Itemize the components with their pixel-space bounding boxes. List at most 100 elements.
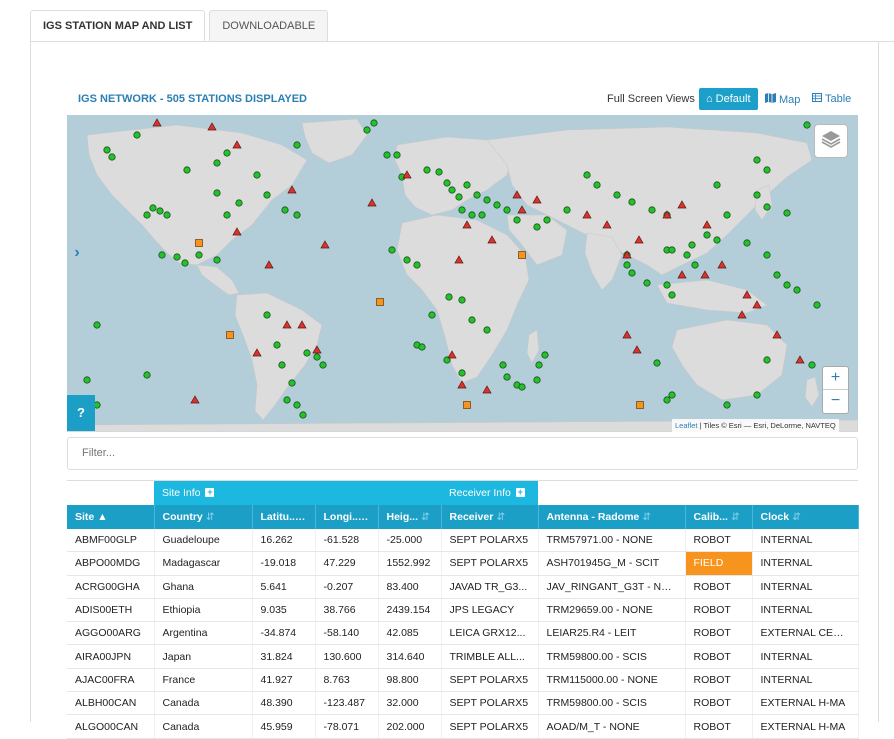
leaflet-link[interactable]: Leaflet: [675, 421, 698, 430]
latitude-cell: 48.390: [252, 691, 316, 716]
col-header-antenna[interactable]: Antenna - Radome ⇵: [538, 504, 686, 529]
station-marker: [288, 379, 296, 387]
station-marker: [403, 256, 411, 264]
col-header-site[interactable]: Site ▲: [67, 504, 155, 529]
filter-input[interactable]: [67, 437, 858, 470]
table-row[interactable]: ALBH00CAN Canada 48.390 -123.487 32.000 SEPT …: [67, 691, 859, 716]
longitude-cell: -0.207: [315, 575, 379, 599]
station-marker: [445, 293, 453, 301]
group-spacer: [67, 480, 154, 505]
height-cell: -25.000: [378, 528, 442, 553]
site-cell: ADIS00ETH: [67, 598, 155, 623]
station-marker: [448, 186, 456, 194]
table-row[interactable]: ACRG00GHA Ghana 5.641 -0.207 83.400 JAVAD TR_…: [67, 575, 859, 599]
col-header-calibration[interactable]: Calib... ⇵: [685, 504, 753, 529]
clock-cell: EXTERNAL CESIU: [752, 621, 859, 646]
world-map-svg: [67, 115, 858, 432]
station-marker: [668, 391, 676, 399]
home-icon: ⌂: [706, 93, 713, 105]
receiver-cell: SEPT POLARX5: [441, 714, 539, 739]
col-header-label: Longi...: [323, 510, 361, 523]
zoom-out-button[interactable]: −: [823, 390, 848, 413]
latitude-cell: 31.824: [252, 644, 316, 669]
receiver-cell: SEPT POLARX5: [441, 691, 539, 716]
station-marker: [149, 204, 157, 212]
col-header-height[interactable]: Heig... ⇵: [378, 504, 442, 529]
map-attribution: Leaflet | Tiles © Esri — Esri, DeLorme, …: [672, 419, 839, 432]
site-info-label: Site Info: [162, 486, 201, 499]
sidebar-expand-chevron-icon[interactable]: ›: [68, 240, 86, 266]
table-view-button[interactable]: Table: [812, 93, 851, 105]
receiver-cell: JPS LEGACY: [441, 598, 539, 623]
col-header-receiver[interactable]: Receiver ⇵: [441, 504, 539, 529]
station-marker: [468, 316, 476, 324]
tab-divider: [30, 41, 894, 42]
antenna-cell: TRM59800.00 - SCIS: [538, 691, 686, 716]
station-marker: [593, 181, 601, 189]
longitude-cell: 38.766: [315, 598, 379, 623]
station-marker: [483, 196, 491, 204]
station-marker: [688, 241, 696, 249]
station-marker: [418, 343, 426, 351]
station-marker: [763, 251, 771, 259]
col-header-longitude[interactable]: Longi... ⇵: [315, 504, 379, 529]
calibration-cell: ROBOT: [685, 575, 753, 599]
station-marker: [293, 401, 301, 409]
map-view-button[interactable]: Map: [765, 93, 800, 106]
table-row[interactable]: AGGO00ARG Argentina -34.874 -58.140 42.085 LE…: [67, 621, 859, 646]
longitude-cell: 130.600: [315, 644, 379, 669]
latitude-cell: 45.959: [252, 714, 316, 739]
tab-station-map-and-list[interactable]: IGS STATION MAP AND LIST: [30, 10, 206, 42]
fullscreen-views-label: Full Screen Views :: [607, 93, 701, 105]
receiver-info-group[interactable]: Receiver Info +: [441, 480, 539, 505]
station-marker: [103, 146, 111, 154]
antenna-cell: TRM115000.00 - NONE: [538, 668, 686, 693]
table-row[interactable]: ADIS00ETH Ethiopia 9.035 38.766 2439.154 JPS …: [67, 598, 859, 623]
station-marker: [783, 281, 791, 289]
latitude-cell: 41.927: [252, 668, 316, 693]
station-marker: [235, 199, 243, 207]
station-marker: [303, 349, 311, 357]
table-row[interactable]: ABMF00GLP Guadeloupe 16.262 -61.528 -25.000 S…: [67, 528, 859, 553]
station-marker: [143, 211, 151, 219]
panel-border-left: [30, 41, 31, 722]
table-row[interactable]: AJAC00FRA France 41.927 8.763 98.800 SEPT POL…: [67, 668, 859, 693]
zoom-in-button[interactable]: +: [823, 367, 848, 390]
station-map[interactable]: [67, 115, 858, 432]
antenna-cell: TRM59800.00 - SCIS: [538, 644, 686, 669]
station-marker: [628, 269, 636, 277]
table-row[interactable]: AIRA00JPN Japan 31.824 130.600 314.640 TRIMBL…: [67, 644, 859, 669]
station-marker: [783, 209, 791, 217]
receiver-cell: JAVAD TR_G3...: [441, 575, 539, 599]
calibration-cell: ROBOT: [685, 528, 753, 553]
site-info-group[interactable]: Site Info +: [154, 480, 442, 505]
station-marker: [293, 211, 301, 219]
clock-cell: INTERNAL: [752, 668, 859, 693]
latitude-cell: 16.262: [252, 528, 316, 553]
station-marker: [541, 351, 549, 359]
station-marker: [370, 119, 378, 127]
layers-button[interactable]: [814, 124, 848, 158]
station-marker: [253, 171, 261, 179]
station-marker: [143, 371, 151, 379]
tab-downloadable[interactable]: DOWNLOADABLE: [209, 10, 329, 42]
station-marker: [763, 356, 771, 364]
col-header-clock[interactable]: Clock ⇵: [752, 504, 859, 529]
clock-cell: EXTERNAL H-MA: [752, 714, 859, 739]
station-marker: [455, 193, 463, 201]
table-row[interactable]: ALGO00CAN Canada 45.959 -78.071 202.000 SEPT …: [67, 714, 859, 739]
station-marker: [583, 171, 591, 179]
col-header-country[interactable]: Country ⇵: [154, 504, 253, 529]
country-cell: Canada: [154, 714, 253, 739]
calibration-cell: ROBOT: [685, 714, 753, 739]
station-marker: [393, 151, 401, 159]
table-row[interactable]: ABPO00MDG Madagascar -19.018 47.229 1552.992…: [67, 551, 859, 576]
country-cell: Ghana: [154, 575, 253, 599]
station-marker: [613, 191, 621, 199]
help-button[interactable]: ?: [67, 395, 95, 431]
station-marker: [763, 203, 771, 211]
col-header-latitude[interactable]: Latitu... ⇵: [252, 504, 316, 529]
station-marker: [493, 201, 501, 209]
latitude-cell: -19.018: [252, 551, 316, 576]
default-view-button[interactable]: ⌂ Default: [699, 88, 758, 110]
